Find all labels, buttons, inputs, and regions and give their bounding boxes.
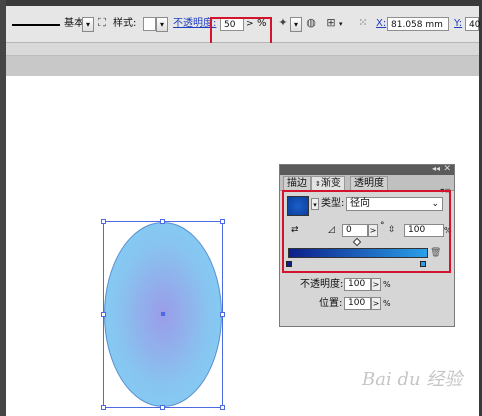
toolbar-underbar [6, 43, 479, 56]
resize-handle[interactable] [220, 405, 225, 410]
resize-handle[interactable] [220, 219, 225, 224]
arrange-icon[interactable]: ⛶ [95, 16, 109, 30]
control-toolbar: 基本 ▾ ⛶ 样式: ▾ 不透明度: 50 > % ✦ ▾ ◍ ⊞ ▾ ⁙ X:… [6, 6, 480, 45]
x-input[interactable]: 81.058 mm [387, 17, 449, 31]
close-icon[interactable]: ✕ [443, 164, 451, 174]
watermark: Bai du 经验 [362, 369, 463, 390]
panel-title-bar[interactable]: ◂◂ ✕ [280, 164, 454, 175]
recolor-dropdown[interactable]: ▾ [290, 17, 302, 32]
tab-gradient[interactable]: ⇕渐变 [311, 176, 345, 190]
tab-transparency[interactable]: 透明度 [350, 176, 388, 190]
resize-handle[interactable] [101, 312, 106, 317]
location-input[interactable]: 100 [344, 297, 371, 310]
stop-opacity-unit: % [383, 280, 391, 289]
center-point [161, 312, 165, 316]
stroke-line-preview[interactable] [12, 24, 60, 26]
resize-handle[interactable] [220, 312, 225, 317]
globe-icon[interactable]: ◍ [304, 16, 318, 30]
align-dropdown[interactable]: ▾ [339, 16, 343, 32]
document-tab-area [6, 56, 479, 76]
stop-opacity-stepper[interactable]: > [371, 278, 381, 291]
resize-handle[interactable] [101, 219, 106, 224]
panel-tabs: 描边 ⇕渐变 透明度 ▾≡ [280, 175, 454, 195]
collapse-icon[interactable]: ◂◂ [432, 164, 440, 173]
stroke-profile-dropdown[interactable]: ▾ [82, 17, 94, 32]
location-stepper[interactable]: > [371, 297, 381, 310]
location-unit: % [383, 299, 391, 308]
style-label: 样式: [113, 18, 137, 29]
gradient-panel: ◂◂ ✕ 描边 ⇕渐变 透明度 ▾≡ ▾ 类型: 径向 ⌄ ⇄ ◿ 0 > ° … [279, 164, 455, 327]
resize-handle[interactable] [160, 219, 165, 224]
stop-opacity-input[interactable]: 100 [344, 278, 371, 291]
tab-stroke[interactable]: 描边 [283, 176, 311, 190]
magic-wand-icon[interactable]: ✦ [276, 16, 290, 30]
stop-opacity-label: 不透明度: [300, 279, 344, 290]
location-label: 位置: [319, 298, 343, 309]
align-grid-icon[interactable]: ⊞ [324, 16, 338, 30]
stroke-profile-label: 基本 [64, 18, 84, 29]
y-label[interactable]: Y: [454, 16, 462, 32]
reference-point-icon[interactable]: ⁙ [356, 16, 370, 30]
style-swatch[interactable] [143, 17, 156, 31]
opacity-highlight-box [210, 17, 272, 45]
style-dropdown[interactable]: ▾ [156, 17, 168, 32]
resize-handle[interactable] [101, 405, 106, 410]
gradient-highlight-box [282, 190, 451, 273]
x-label[interactable]: X: [376, 16, 386, 32]
resize-handle[interactable] [160, 405, 165, 410]
y-input[interactable]: 40 [465, 17, 480, 31]
